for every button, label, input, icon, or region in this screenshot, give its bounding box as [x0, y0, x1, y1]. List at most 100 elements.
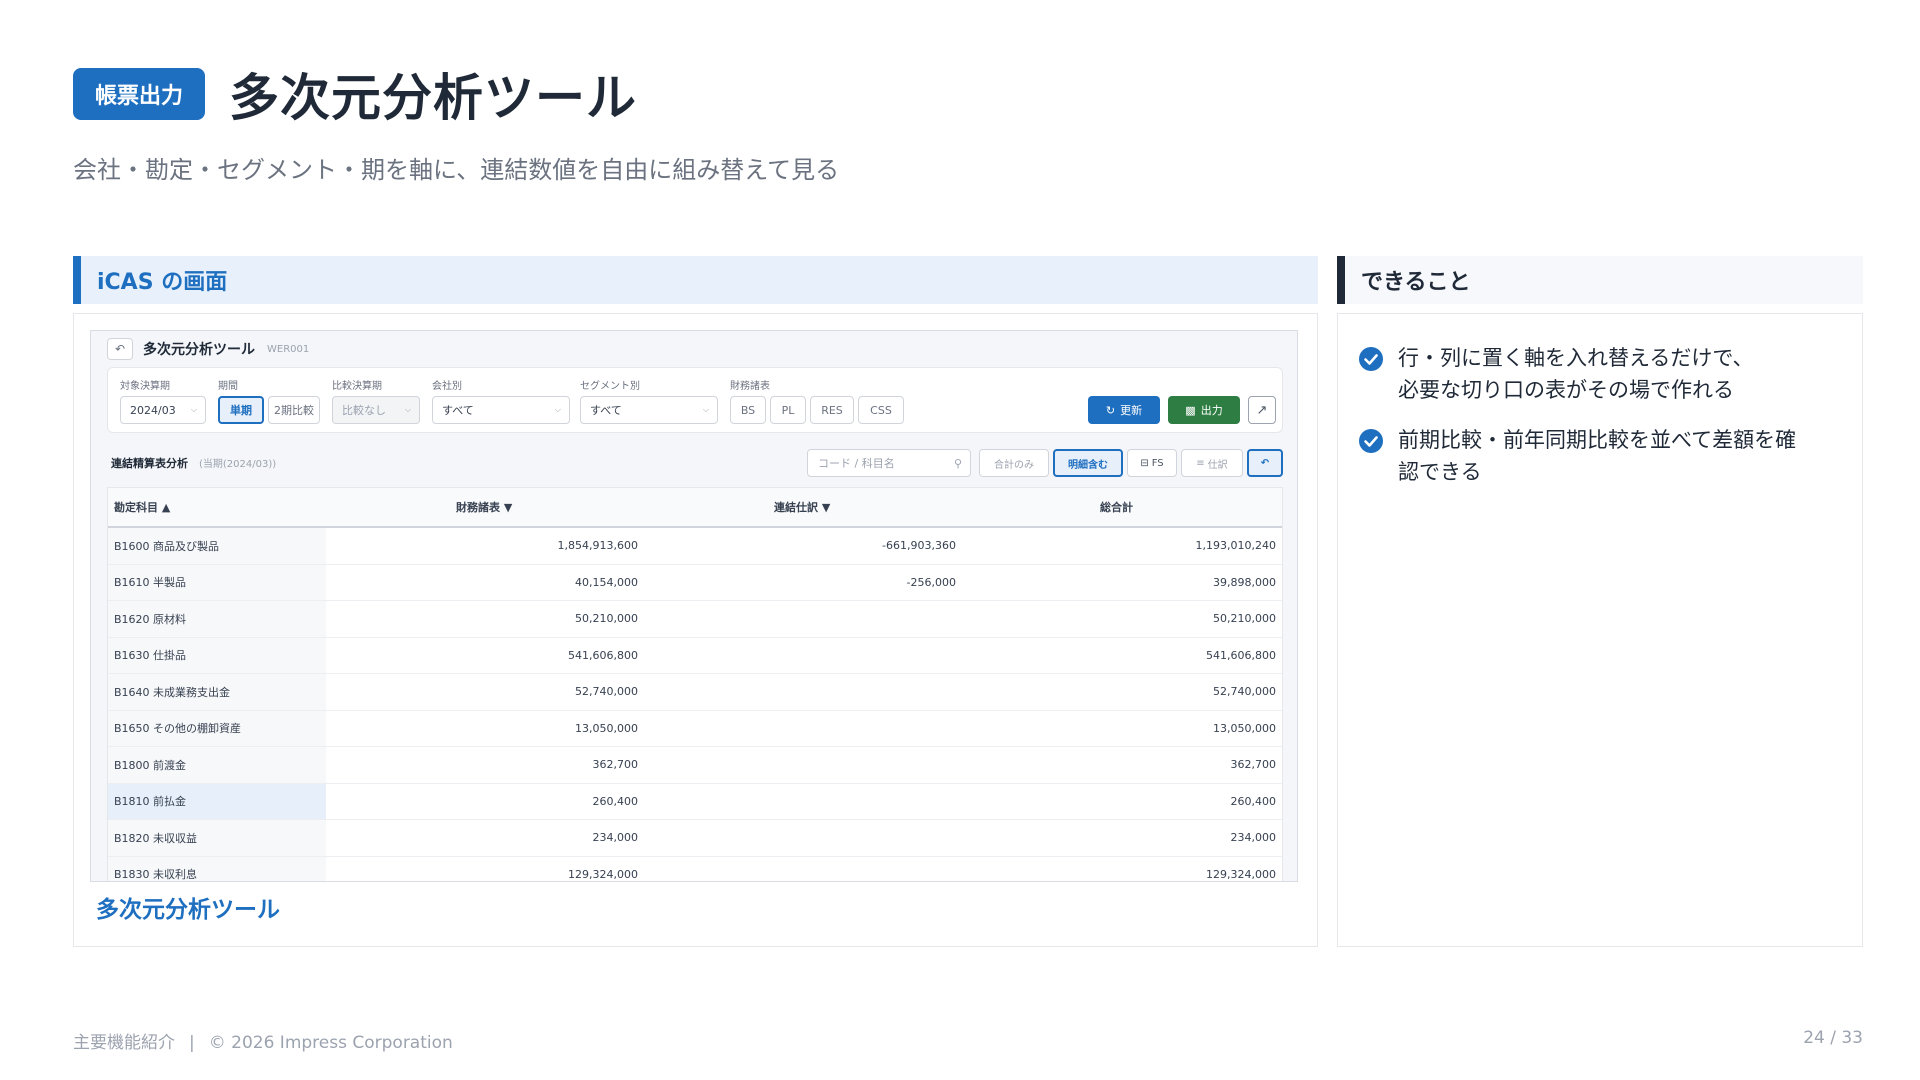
footer-info: 主要機能紹介 | © 2026 Impress Corporation: [73, 1028, 453, 1053]
table-row[interactable]: B1640 未成業務支出金 52,740,000 52,740,000: [108, 674, 1282, 711]
segment-select[interactable]: すべて ⌵: [580, 396, 718, 424]
features-card: 行・列に置く軸を入れ替えるだけで、 必要な切り口の表がその場で作れる 前期比較・…: [1337, 313, 1863, 947]
include-detail-button[interactable]: 明細含む: [1053, 449, 1123, 477]
statement-cell: 362,700: [592, 758, 639, 772]
consolidation-cell: -661,903,360: [882, 539, 956, 553]
table-row[interactable]: B1630 仕掛品 541,606,800 541,606,800: [108, 637, 1282, 674]
table-row-highlighted[interactable]: B1810 前払金 260,400 260,400: [108, 783, 1282, 820]
search-icon: ⚲: [953, 456, 962, 470]
table-header: 勘定科目 ▲ 財務諸表 ▼ 連結仕訳 ▼ 総合計: [108, 488, 1282, 528]
account-cell: B1640 未成業務支出金: [108, 674, 326, 710]
fs-icon: ⊟: [1140, 457, 1149, 469]
slide-header: 帳票出力 多次元分析ツール: [73, 58, 637, 130]
footer-copyright: © 2026 Impress Corporation: [208, 1033, 453, 1053]
analysis-table: 勘定科目 ▲ 財務諸表 ▼ 連結仕訳 ▼ 総合計 B1600 商品及び製品 1,…: [107, 487, 1283, 881]
account-cell: B1820 未収収益: [108, 820, 326, 856]
journal-button[interactable]: ≡ 仕訳: [1181, 449, 1243, 477]
consolidation-cell: -256,000: [906, 575, 956, 589]
statement-cell: 40,154,000: [575, 575, 638, 589]
refresh-label: 更新: [1120, 404, 1143, 417]
refresh-icon: ↻: [1105, 403, 1116, 417]
total-cell: 13,050,000: [1213, 721, 1276, 735]
statement-cell: 1,854,913,600: [557, 539, 638, 553]
page-subtitle: 会社・勘定・セグメント・期を軸に、連結数値を自由に組み替えて見る: [73, 156, 840, 184]
total-cell: 50,210,000: [1213, 612, 1276, 626]
statement-cell: 50,210,000: [575, 612, 638, 626]
analysis-section-title: 連結精算表分析: [111, 457, 188, 470]
statement-cell: 52,740,000: [575, 685, 638, 699]
company-label: 会社別: [432, 381, 462, 392]
total-cell: 52,740,000: [1213, 685, 1276, 699]
period-label: 期間: [218, 381, 238, 392]
undo-icon[interactable]: ↶: [1247, 449, 1283, 477]
account-cell: B1830 未収利息: [108, 856, 326, 881]
features-section-heading: できること: [1337, 256, 1863, 304]
account-search-input[interactable]: コード / 科目名 ⚲: [807, 449, 971, 477]
filter-bar: 対象決算期 2024/03 ⌵ 期間 単期 2期比較 比較決算期 比較なし ⌵ …: [107, 367, 1283, 433]
refresh-button[interactable]: ↻ 更新: [1088, 396, 1160, 424]
fs-label: FS: [1151, 457, 1164, 469]
feature-text: 行・列に置く軸を入れ替えるだけで、 必要な切り口の表がその場で作れる: [1398, 346, 1754, 402]
column-header-consolidation[interactable]: 連結仕訳 ▼: [644, 499, 962, 515]
account-cell: B1620 原材料: [108, 601, 326, 637]
screen-card: ↶ 多次元分析ツール WER001 対象決算期 2024/03 ⌵ 期間 単期 …: [73, 313, 1318, 947]
search-placeholder: コード / 科目名: [818, 457, 895, 470]
segment-label: セグメント別: [580, 381, 640, 392]
page-number: 24 / 33: [1803, 1028, 1863, 1048]
total-cell: 260,400: [1230, 794, 1277, 808]
back-icon[interactable]: ↶: [107, 338, 133, 360]
statement-css-button[interactable]: CSS: [858, 396, 904, 424]
column-header-statement[interactable]: 財務諸表 ▼: [326, 499, 644, 515]
check-circle-icon: [1359, 347, 1383, 371]
account-cell: B1610 半製品: [108, 564, 326, 600]
analysis-section-period: (当期(2024/03)): [199, 459, 277, 470]
statement-pl-button[interactable]: PL: [770, 396, 806, 424]
statement-cell: 129,324,000: [568, 867, 638, 881]
period-single-button[interactable]: 単期: [218, 396, 264, 424]
column-header-account[interactable]: 勘定科目 ▲: [108, 488, 326, 526]
company-value: すべて: [442, 404, 474, 417]
table-row[interactable]: B1830 未収利息 129,324,000 129,324,000: [108, 856, 1282, 881]
total-only-button[interactable]: 合計のみ: [979, 449, 1049, 477]
table-row[interactable]: B1650 その他の棚卸資産 13,050,000 13,050,000: [108, 710, 1282, 747]
page-title: 多次元分析ツール: [229, 69, 638, 127]
table-row[interactable]: B1610 半製品 40,154,000 -256,000 39,898,000: [108, 564, 1282, 601]
chevron-down-icon: ⌵: [190, 405, 197, 414]
fs-button[interactable]: ⊟ FS: [1127, 449, 1177, 477]
chevron-down-icon: ⌵: [702, 405, 709, 414]
feature-item: 前期比較・前年同期比較を並べて差額を確 認できる: [1358, 424, 1842, 488]
account-cell: B1800 前渡金: [108, 747, 326, 783]
table-row[interactable]: B1820 未収収益 234,000 234,000: [108, 820, 1282, 857]
chevron-down-icon: ⌵: [404, 405, 411, 414]
compare-period-label: 比較決算期: [332, 381, 382, 392]
total-cell: 234,000: [1230, 831, 1277, 845]
list-icon: ≡: [1196, 457, 1205, 469]
app-screenshot: ↶ 多次元分析ツール WER001 対象決算期 2024/03 ⌵ 期間 単期 …: [90, 330, 1298, 882]
table-row[interactable]: B1620 原材料 50,210,000 50,210,000: [108, 601, 1282, 638]
excel-icon: ▩: [1185, 403, 1196, 417]
account-cell: B1600 商品及び製品: [108, 528, 326, 564]
app-title: 多次元分析ツール: [143, 342, 255, 358]
account-cell: B1810 前払金: [108, 783, 326, 819]
export-button[interactable]: ▩ 出力: [1168, 396, 1240, 424]
category-badge: 帳票出力: [73, 68, 206, 120]
company-select[interactable]: すべて ⌵: [432, 396, 570, 424]
external-link-icon[interactable]: ↗: [1248, 396, 1276, 424]
table-row[interactable]: B1600 商品及び製品 1,854,913,600 -661,903,360 …: [108, 528, 1282, 565]
chevron-down-icon: ⌵: [554, 405, 561, 414]
account-cell: B1650 その他の棚卸資産: [108, 710, 326, 746]
total-cell: 129,324,000: [1206, 867, 1276, 881]
total-cell: 362,700: [1230, 758, 1277, 772]
compare-period-select[interactable]: 比較なし ⌵: [332, 396, 420, 424]
statement-cell: 13,050,000: [575, 721, 638, 735]
segment-value: すべて: [590, 404, 622, 417]
statement-res-button[interactable]: RES: [810, 396, 854, 424]
total-cell: 541,606,800: [1206, 648, 1276, 662]
target-period-select[interactable]: 2024/03 ⌵: [120, 396, 206, 424]
total-cell: 39,898,000: [1213, 575, 1276, 589]
statement-bs-button[interactable]: BS: [730, 396, 766, 424]
table-row[interactable]: B1800 前渡金 362,700 362,700: [108, 747, 1282, 784]
period-compare-button[interactable]: 2期比較: [268, 396, 320, 424]
statement-cell: 260,400: [592, 794, 639, 808]
screen-code: WER001: [267, 343, 310, 355]
